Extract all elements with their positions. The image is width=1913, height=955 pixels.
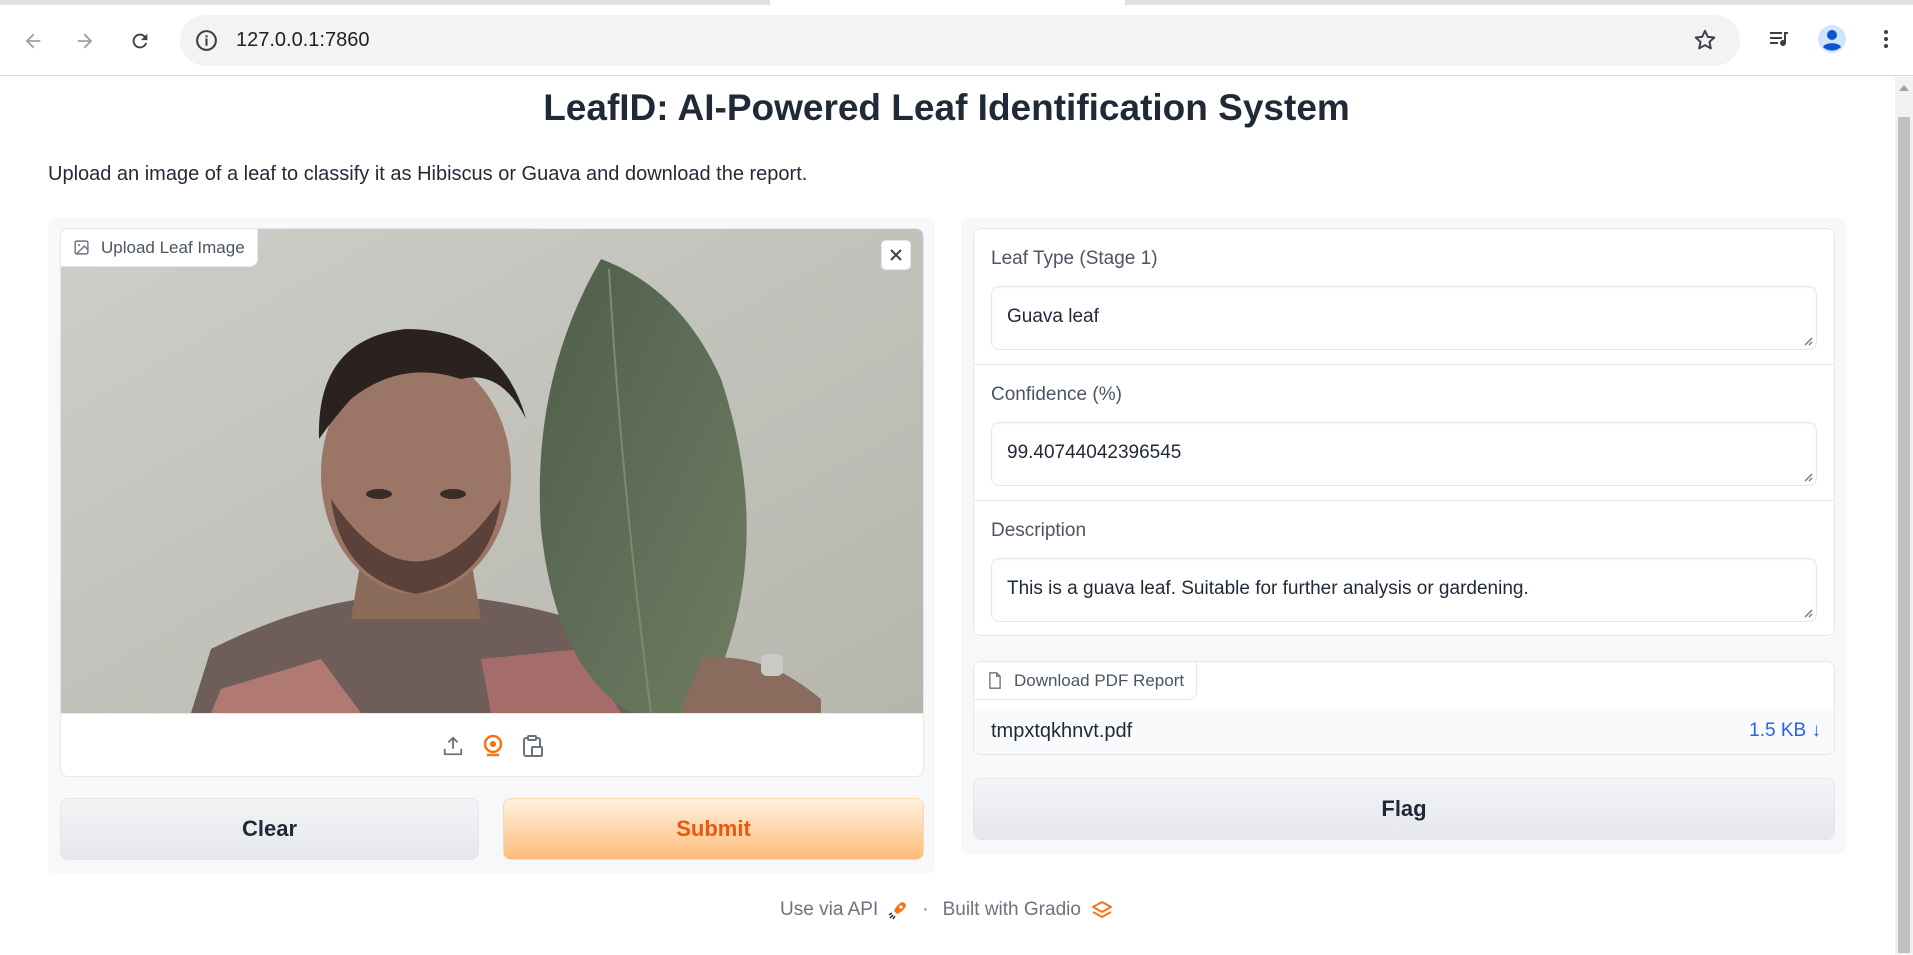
close-icon bbox=[890, 249, 902, 261]
forward-button[interactable] bbox=[66, 22, 104, 60]
confidence-field: Confidence (%) 99.40744042396545 bbox=[974, 365, 1834, 501]
clear-button[interactable]: Clear bbox=[60, 798, 479, 860]
flag-button[interactable]: Flag bbox=[973, 778, 1835, 840]
resize-grip-icon[interactable] bbox=[1801, 470, 1813, 482]
address-bar[interactable]: 127.0.0.1:7860 bbox=[180, 15, 1740, 66]
gradio-logo-icon bbox=[1091, 901, 1112, 918]
clear-image-button[interactable] bbox=[881, 240, 911, 270]
resize-grip-icon[interactable] bbox=[1801, 334, 1813, 346]
profile-icon bbox=[1818, 25, 1846, 53]
back-button[interactable] bbox=[14, 22, 52, 60]
profile-button[interactable] bbox=[1817, 24, 1847, 54]
output-fields: Leaf Type (Stage 1) Guava leaf Confidenc… bbox=[973, 228, 1835, 636]
image-input-label-text: Upload Leaf Image bbox=[101, 237, 245, 257]
input-column: Upload Leaf Image Clear Submit bbox=[48, 218, 935, 874]
rocket-icon bbox=[888, 902, 907, 920]
file-name: tmpxtqkhnvt.pdf bbox=[991, 720, 1133, 742]
file-output-label: Download PDF Report bbox=[974, 662, 1198, 700]
upload-icon bbox=[443, 736, 463, 756]
submit-button[interactable]: Submit bbox=[503, 798, 924, 860]
info-icon[interactable] bbox=[194, 28, 219, 53]
reload-button[interactable] bbox=[121, 22, 159, 60]
forward-arrow-icon bbox=[77, 33, 93, 49]
description-textbox[interactable]: This is a guava leaf. Suitable for furth… bbox=[991, 558, 1817, 622]
reload-icon bbox=[132, 33, 148, 49]
confidence-textbox[interactable]: 99.40744042396545 bbox=[991, 422, 1817, 486]
use-via-api-link[interactable]: Use via API bbox=[780, 899, 878, 921]
page-scrollbar[interactable] bbox=[1895, 77, 1913, 955]
photo-illustration bbox=[61, 229, 923, 713]
upload-source-button[interactable] bbox=[440, 733, 466, 759]
url-text: 127.0.0.1:7860 bbox=[236, 29, 370, 51]
footer: Use via API · Built with Gradio bbox=[0, 899, 1893, 921]
file-row[interactable]: tmpxtqkhnvt.pdf 1.5 KB ↓ bbox=[974, 708, 1834, 754]
built-with-gradio-link[interactable]: Built with Gradio bbox=[943, 899, 1081, 921]
webcam-source-button[interactable] bbox=[480, 733, 506, 759]
page-content: LeafID: AI-Powered Leaf Identification S… bbox=[0, 77, 1893, 955]
scrollbar-thumb[interactable] bbox=[1898, 117, 1910, 953]
image-source-selector bbox=[61, 713, 923, 776]
file-download-link[interactable]: 1.5 KB ↓ bbox=[1749, 720, 1821, 742]
leaf-type-field: Leaf Type (Stage 1) Guava leaf bbox=[974, 229, 1834, 365]
browser-toolbar: 127.0.0.1:7860 bbox=[0, 0, 1913, 76]
kebab-menu-icon bbox=[1884, 30, 1888, 48]
footer-separator: · bbox=[922, 899, 929, 920]
tab-strip-edge bbox=[0, 0, 770, 5]
back-arrow-icon bbox=[25, 33, 41, 49]
description-field: Description This is a guava leaf. Suitab… bbox=[974, 501, 1834, 635]
confidence-value: 99.40744042396545 bbox=[1007, 442, 1182, 463]
description-value: This is a guava leaf. Suitable for furth… bbox=[1007, 578, 1529, 599]
leaf-type-label: Leaf Type (Stage 1) bbox=[991, 248, 1158, 269]
media-queue-icon bbox=[1770, 32, 1788, 47]
webcam-icon bbox=[483, 734, 503, 757]
clipboard-source-button[interactable] bbox=[520, 733, 546, 759]
confidence-label: Confidence (%) bbox=[991, 384, 1122, 405]
file-output-label-text: Download PDF Report bbox=[1014, 670, 1185, 690]
clipboard-icon bbox=[523, 735, 543, 757]
tab-strip-edge bbox=[1125, 0, 1913, 5]
description-label: Description bbox=[991, 520, 1087, 541]
leaf-type-textbox[interactable]: Guava leaf bbox=[991, 286, 1817, 350]
image-input[interactable]: Upload Leaf Image bbox=[60, 228, 924, 777]
leaf-type-value: Guava leaf bbox=[1007, 306, 1099, 327]
output-column: Leaf Type (Stage 1) Guava leaf Confidenc… bbox=[961, 218, 1846, 854]
page-description: Upload an image of a leaf to classify it… bbox=[48, 163, 808, 185]
image-input-label: Upload Leaf Image bbox=[61, 229, 258, 267]
resize-grip-icon[interactable] bbox=[1801, 606, 1813, 618]
browser-menu-button[interactable] bbox=[1871, 24, 1901, 54]
scroll-up-arrow-icon[interactable] bbox=[1899, 85, 1909, 91]
image-icon bbox=[74, 240, 89, 255]
pdf-report-output: Download PDF Report tmpxtqkhnvt.pdf 1.5 … bbox=[973, 661, 1835, 755]
star-icon[interactable] bbox=[1692, 27, 1718, 53]
file-icon bbox=[989, 672, 1001, 689]
media-queue-button[interactable] bbox=[1764, 24, 1794, 54]
uploaded-leaf-photo bbox=[61, 229, 923, 713]
page-title: LeafID: AI-Powered Leaf Identification S… bbox=[543, 87, 1350, 128]
